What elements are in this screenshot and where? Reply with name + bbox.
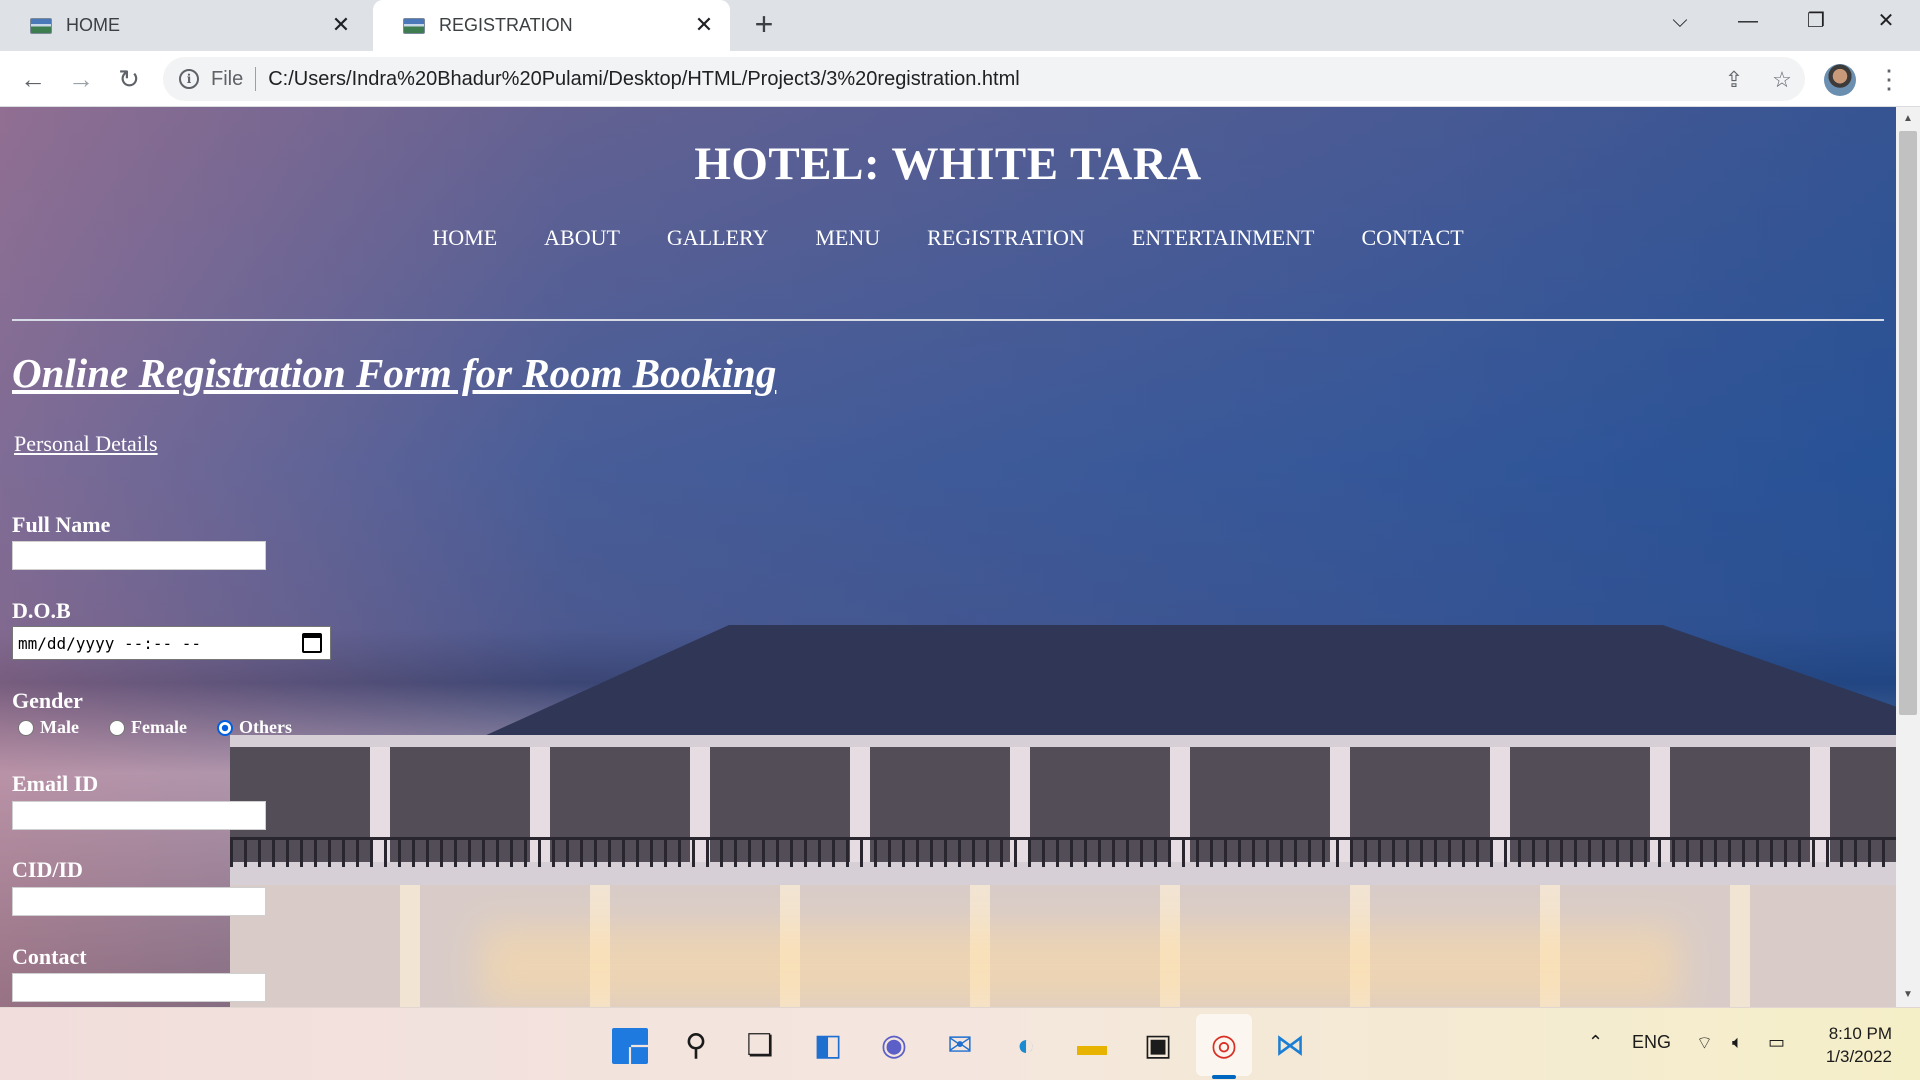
gender-male-label: Male <box>40 717 79 737</box>
volume-icon[interactable]: 🔈︎ <box>1732 1032 1743 1053</box>
scheme-label: File <box>211 67 244 90</box>
cid-label: CID/ID <box>12 857 83 882</box>
hotel-favicon-icon <box>30 17 52 34</box>
file-explorer-icon[interactable]: ▬ <box>1072 1026 1112 1066</box>
address-bar[interactable]: i File C:/Users/Indra%20Bhadur%20Pulami/… <box>163 57 1805 101</box>
minimize-icon[interactable]: — <box>1720 0 1776 43</box>
star-icon[interactable]: ☆ <box>1769 67 1795 93</box>
gender-male-radio[interactable] <box>18 719 34 736</box>
active-app-indicator <box>1212 1075 1236 1079</box>
task-view-icon[interactable]: ❏ <box>740 1026 780 1066</box>
profile-avatar[interactable] <box>1824 64 1856 96</box>
close-tab-icon[interactable]: ✕ <box>329 13 353 37</box>
browser-toolbar: ← → ↻ i File C:/Users/Indra%20Bhadur%20P… <box>0 51 1920 107</box>
gender-others-label: Others <box>238 717 292 737</box>
tab-registration[interactable]: REGISTRATION ✕ <box>373 0 730 51</box>
nav-about[interactable]: ABOUT <box>544 225 620 251</box>
clock-date: 1/3/2022 <box>1825 1047 1892 1066</box>
new-tab-icon[interactable]: + <box>748 8 780 40</box>
search-icon[interactable]: ⚲ <box>676 1026 716 1066</box>
calendar-icon[interactable] <box>302 633 322 653</box>
divider <box>12 319 1884 321</box>
dob-label: D.O.B <box>12 598 71 623</box>
address-separator <box>255 67 257 91</box>
page-scrollbar[interactable]: ▲ ▼ <box>1896 107 1920 1007</box>
form-title: Online Registration Form for Room Bookin… <box>12 350 777 396</box>
clock-time: 8:10 PM <box>1828 1024 1892 1043</box>
section-personal-details: Personal Details <box>14 431 158 456</box>
tab-title: REGISTRATION <box>439 15 573 35</box>
gender-label: Gender <box>12 688 83 713</box>
contact-label: Contact <box>12 944 87 969</box>
nav-registration[interactable]: REGISTRATION <box>927 225 1085 251</box>
start-icon[interactable] <box>612 1028 648 1064</box>
reload-icon[interactable]: ↻ <box>114 64 144 94</box>
cid-input[interactable] <box>12 887 266 916</box>
language-indicator[interactable]: ENG <box>1632 1032 1671 1053</box>
scroll-thumb[interactable] <box>1899 131 1917 715</box>
full-name-label: Full Name <box>12 512 111 537</box>
close-icon[interactable]: ✕ <box>1858 0 1914 43</box>
nav-contact[interactable]: CONTACT <box>1362 225 1464 251</box>
tab-home[interactable]: HOME ✕ <box>0 0 367 51</box>
wifi-icon[interactable]: ⌔ <box>1696 1032 1713 1055</box>
main-nav: HOME ABOUT GALLERY MENU REGISTRATION ENT… <box>0 225 1896 251</box>
forward-icon[interactable]: → <box>66 64 96 94</box>
tab-title: HOME <box>66 15 120 35</box>
terminal-icon[interactable]: ▣ <box>1138 1026 1178 1066</box>
registration-page: HOTEL: WHITE TARA HOME ABOUT GALLERY MEN… <box>0 107 1896 1007</box>
chrome-icon[interactable]: ◎ <box>1204 1026 1244 1066</box>
dob-placeholder: mm/dd/yyyy --:-- -- <box>18 633 202 653</box>
tab-search-icon[interactable]: ⌵ <box>1652 0 1708 43</box>
close-tab-icon[interactable]: ✕ <box>692 13 716 37</box>
back-icon[interactable]: ← <box>18 64 48 94</box>
url-text[interactable]: C:/Users/Indra%20Bhadur%20Pulami/Desktop… <box>268 68 1019 91</box>
nav-menu[interactable]: MENU <box>815 225 880 251</box>
system-clock[interactable]: 8:10 PM 1/3/2022 <box>1816 1022 1892 1068</box>
full-name-input[interactable] <box>12 541 266 570</box>
taskbar: ⚲ ❏ ◧ ◉ ✉ ◐ ▬ ▣ ◎ ⋈ ⌃ ENG ⌔ 🔈︎ ▭ 8:10 PM… <box>0 1007 1920 1080</box>
vscode-icon[interactable]: ⋈ <box>1270 1026 1310 1066</box>
teams-chat-icon[interactable]: ◉ <box>874 1026 914 1066</box>
battery-icon[interactable]: ▭ <box>1768 1032 1785 1053</box>
info-icon[interactable]: i <box>179 69 199 89</box>
chevron-up-icon[interactable]: ⌃ <box>1588 1032 1603 1053</box>
mail-icon[interactable]: ✉ <box>940 1026 980 1066</box>
gender-radio-group: Male Female Others <box>18 717 322 738</box>
scroll-down-icon[interactable]: ▼ <box>1902 989 1914 1001</box>
dob-input[interactable]: mm/dd/yyyy --:-- -- <box>12 626 331 660</box>
nav-gallery[interactable]: GALLERY <box>667 225 768 251</box>
restore-icon[interactable]: ❐ <box>1788 0 1844 43</box>
email-input[interactable] <box>12 801 266 830</box>
page-viewport: HOTEL: WHITE TARA HOME ABOUT GALLERY MEN… <box>0 107 1896 1007</box>
scroll-up-icon[interactable]: ▲ <box>1902 113 1914 125</box>
hotel-favicon-icon <box>403 17 425 34</box>
tab-strip: HOME ✕ REGISTRATION ✕ + ⌵ — ❐ ✕ <box>0 0 1920 51</box>
share-icon[interactable]: ⇪ <box>1721 67 1747 93</box>
nav-entertainment[interactable]: ENTERTAINMENT <box>1132 225 1315 251</box>
page-title: HOTEL: WHITE TARA <box>694 138 1202 190</box>
menu-icon[interactable]: ⋮ <box>1876 64 1902 94</box>
gender-female-radio[interactable] <box>108 719 125 736</box>
email-label: Email ID <box>12 771 99 796</box>
edge-icon[interactable]: ◐ <box>1006 1026 1046 1066</box>
nav-home[interactable]: HOME <box>432 225 497 251</box>
gender-others-radio[interactable] <box>216 719 233 736</box>
gender-female-label: Female <box>130 717 187 737</box>
contact-input[interactable] <box>12 973 266 1002</box>
widgets-icon[interactable]: ◧ <box>808 1026 848 1066</box>
